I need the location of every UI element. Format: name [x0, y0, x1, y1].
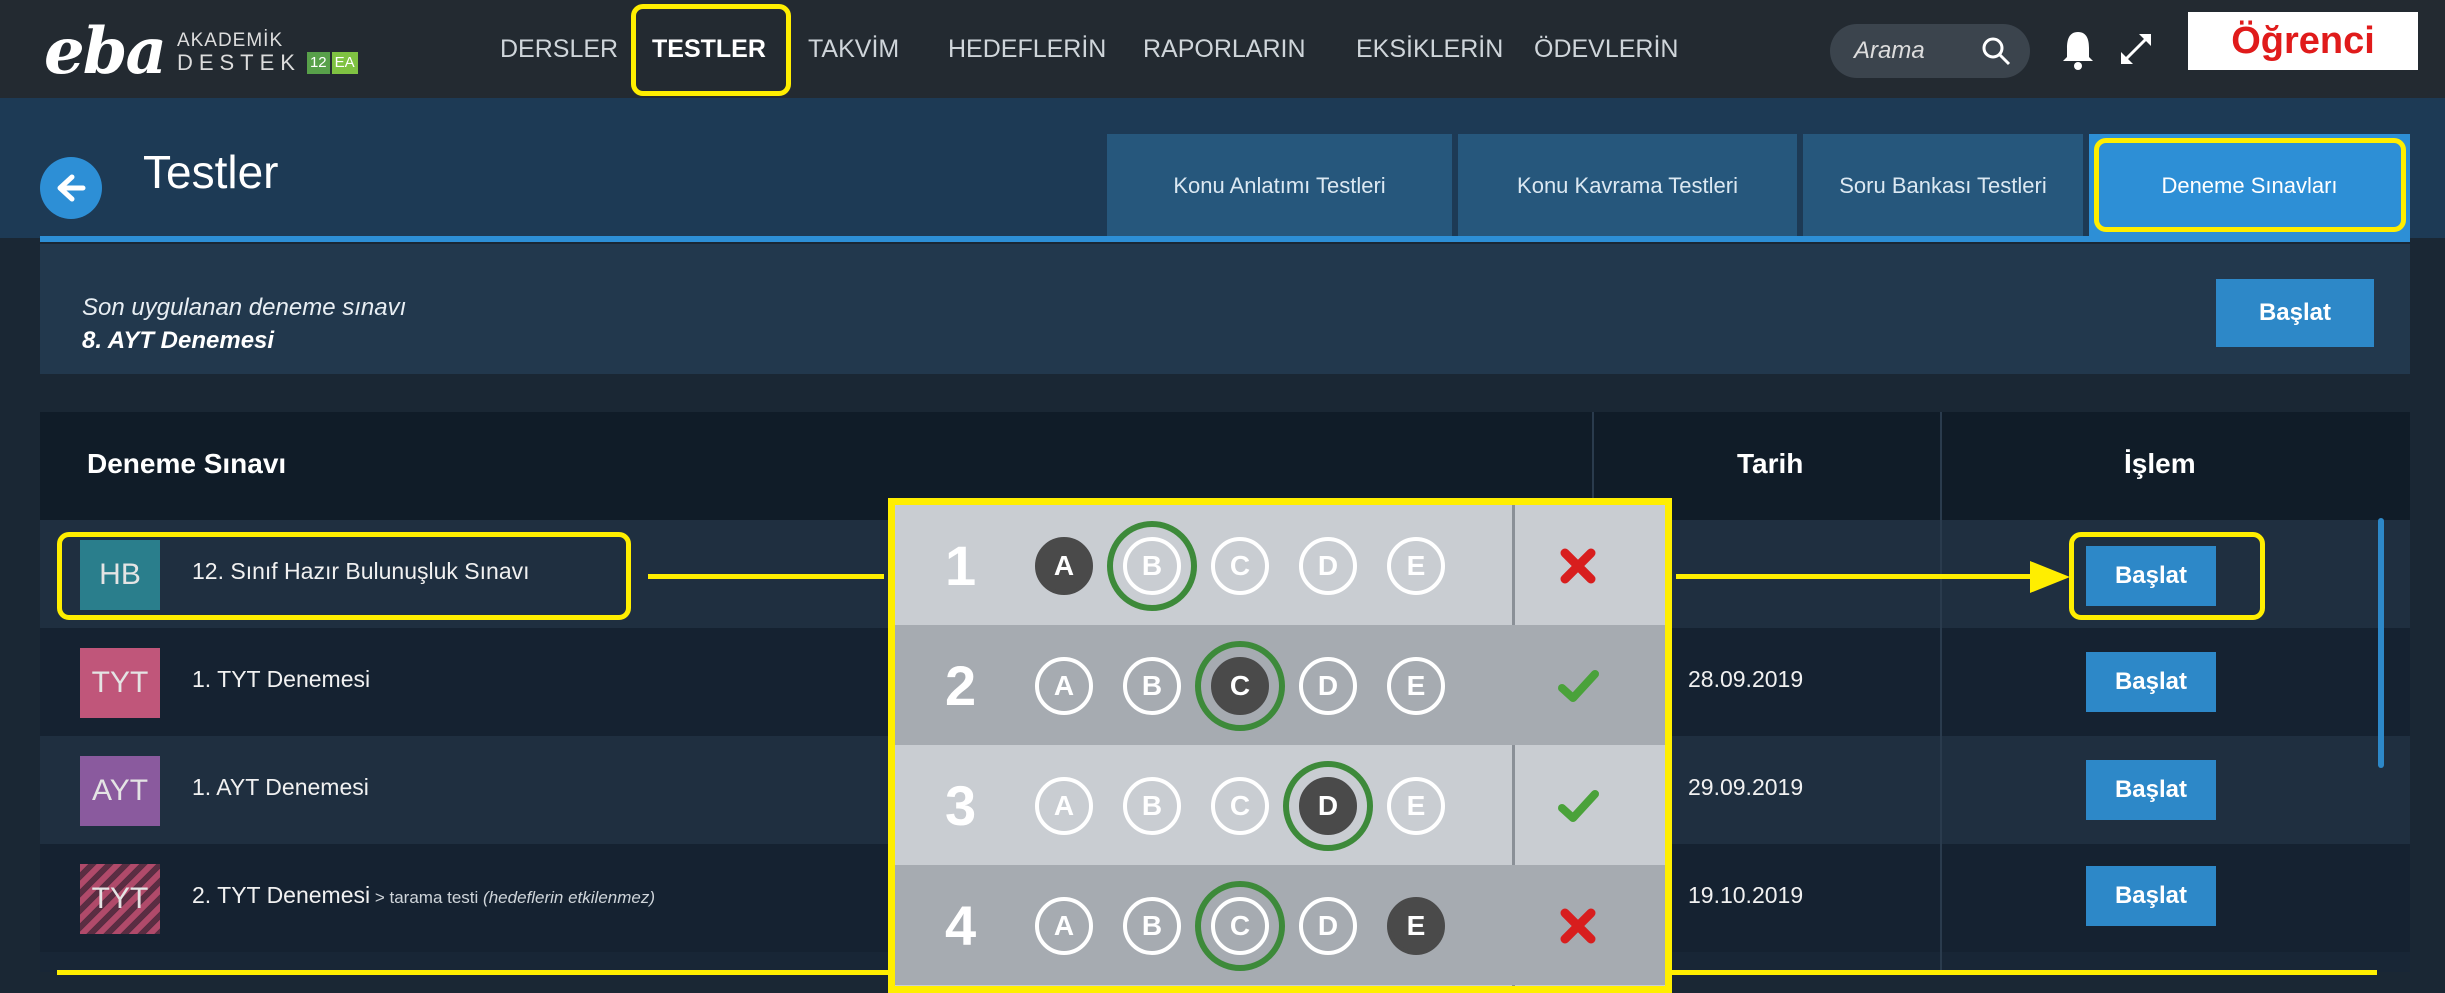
start-button[interactable]: Başlat: [2086, 760, 2216, 820]
tab-soru-bankasi[interactable]: Soru Bankası Testleri: [1803, 134, 2083, 238]
exam-name-note: (hedeflerin etkilenmez): [483, 888, 656, 907]
option-bubble: A: [1035, 777, 1093, 835]
option-bubble: E: [1387, 537, 1445, 595]
logo-brand: eba: [44, 14, 167, 89]
table-scrollbar[interactable]: [2378, 518, 2384, 768]
option-bubble: C: [1211, 777, 1269, 835]
nav-item-hedeflerin[interactable]: HEDEFLERİN: [948, 35, 1106, 64]
exam-tag-tyt: TYT: [80, 648, 160, 718]
search-placeholder: Arama: [1854, 37, 1925, 64]
option-bubble: B: [1123, 897, 1181, 955]
option-bubble: C: [1211, 897, 1269, 955]
option-bubble: E: [1387, 897, 1445, 955]
exam-name-text: 1. TYT Denemesi: [192, 666, 371, 692]
option-bubble: D: [1299, 777, 1357, 835]
answer-row: 2ABCDE: [895, 625, 1665, 745]
role-label: Öğrenci: [2188, 12, 2418, 70]
search-input[interactable]: Arama: [1830, 24, 2030, 78]
last-exam-name: 8. AYT Denemesi: [82, 327, 275, 354]
nav-item-raporlarin[interactable]: RAPORLARIN: [1143, 35, 1306, 64]
col-header-date: Tarih: [1737, 448, 1804, 479]
option-bubble: C: [1211, 657, 1269, 715]
start-button[interactable]: Başlat: [2086, 866, 2216, 926]
wrong-mark-icon: [1560, 548, 1596, 584]
correct-check-icon: [1558, 670, 1599, 702]
last-exam-start-button[interactable]: Başlat: [2216, 279, 2374, 347]
option-bubble: B: [1123, 777, 1181, 835]
nav-item-dersler[interactable]: DERSLER: [500, 35, 618, 64]
option-bubble: D: [1299, 537, 1357, 595]
nav-item-takvim[interactable]: TAKVİM: [808, 35, 899, 64]
exam-name: 1. AYT Denemesi: [192, 774, 369, 801]
answer-row: 3ABCDE: [895, 745, 1665, 865]
col-header-exam: Deneme Sınavı: [87, 448, 287, 479]
annotation-arrow-right: [1676, 574, 2041, 579]
option-bubble: D: [1299, 897, 1357, 955]
arrow-head-icon: [2030, 561, 2070, 593]
search-icon: [1982, 37, 2011, 66]
last-exam-panel: Son uygulanan deneme sınavı 8. AYT Denem…: [40, 244, 2410, 374]
exam-tag-ayt: AYT: [80, 756, 160, 826]
question-number: 4: [945, 894, 977, 957]
exam-name: 2. TYT Denemesi > tarama testi (hedefler…: [192, 882, 655, 909]
tab-konu-anlatimi[interactable]: Konu Anlatımı Testleri: [1107, 134, 1452, 238]
option-bubble: B: [1123, 537, 1181, 595]
option-bubble: B: [1123, 657, 1181, 715]
question-number: 1: [945, 534, 977, 597]
exam-date: 28.09.2019: [1688, 666, 1804, 692]
correct-check-icon: [1558, 790, 1599, 822]
option-bubble: D: [1299, 657, 1357, 715]
exam-date: 29.09.2019: [1688, 774, 1804, 800]
column-divider: [1940, 412, 1942, 972]
back-arrow-icon: [57, 174, 86, 202]
exam-name: 1. TYT Denemesi: [192, 666, 370, 693]
question-number: 2: [945, 654, 977, 717]
annotation-arrow-left: [648, 574, 884, 579]
page-title: Testler: [143, 146, 279, 198]
hb-exam-highlight: [57, 532, 631, 620]
option-bubble: A: [1035, 897, 1093, 955]
grade-badge: 12: [306, 51, 330, 74]
question-number: 3: [945, 774, 977, 837]
wrong-mark-icon: [1560, 908, 1596, 944]
option-bubble: E: [1387, 777, 1445, 835]
exam-name-text: 2. TYT Denemesi: [192, 882, 371, 908]
exam-tag-tyt-striped: TYT: [80, 864, 160, 934]
eba-logo[interactable]: eba AKADEMİK DESTEK 12 EA: [44, 14, 358, 89]
last-exam-label: Son uygulanan deneme sınavı: [82, 294, 407, 321]
answer-row: 4ABCDE: [895, 865, 1665, 985]
nav-item-odevlerin[interactable]: ÖDEVLERİN: [1534, 35, 1678, 64]
bell-icon[interactable]: [2058, 28, 2098, 72]
option-bubble: C: [1211, 537, 1269, 595]
start-button-highlight: [2069, 532, 2265, 620]
exam-name-suffix: > tarama testi: [370, 888, 484, 907]
col-header-action: İşlem: [2124, 448, 2196, 479]
testler-highlight: [631, 4, 791, 96]
exam-date: 19.10.2019: [1688, 882, 1804, 908]
answer-sheet-overlay: 1ABCDE2ABCDE3ABCDE4ABCDE: [888, 498, 1672, 993]
option-bubble: A: [1035, 657, 1093, 715]
back-button[interactable]: [40, 157, 102, 219]
answer-row: 1ABCDE: [895, 505, 1665, 625]
track-badge: EA: [331, 51, 358, 74]
option-bubble: E: [1387, 657, 1445, 715]
logo-line1: AKADEMİK: [176, 29, 284, 51]
start-button[interactable]: Başlat: [2086, 652, 2216, 712]
option-bubble: A: [1035, 537, 1093, 595]
fullscreen-icon[interactable]: [2115, 28, 2157, 70]
tab-konu-kavrama[interactable]: Konu Kavrama Testleri: [1458, 134, 1797, 238]
deneme-tab-highlight: [2094, 138, 2406, 232]
nav-item-eksiklerin[interactable]: EKSİKLERİN: [1356, 35, 1503, 64]
header-underline: [40, 236, 2410, 242]
logo-line2: DESTEK: [176, 49, 301, 75]
exam-name-text: 1. AYT Denemesi: [192, 774, 369, 800]
